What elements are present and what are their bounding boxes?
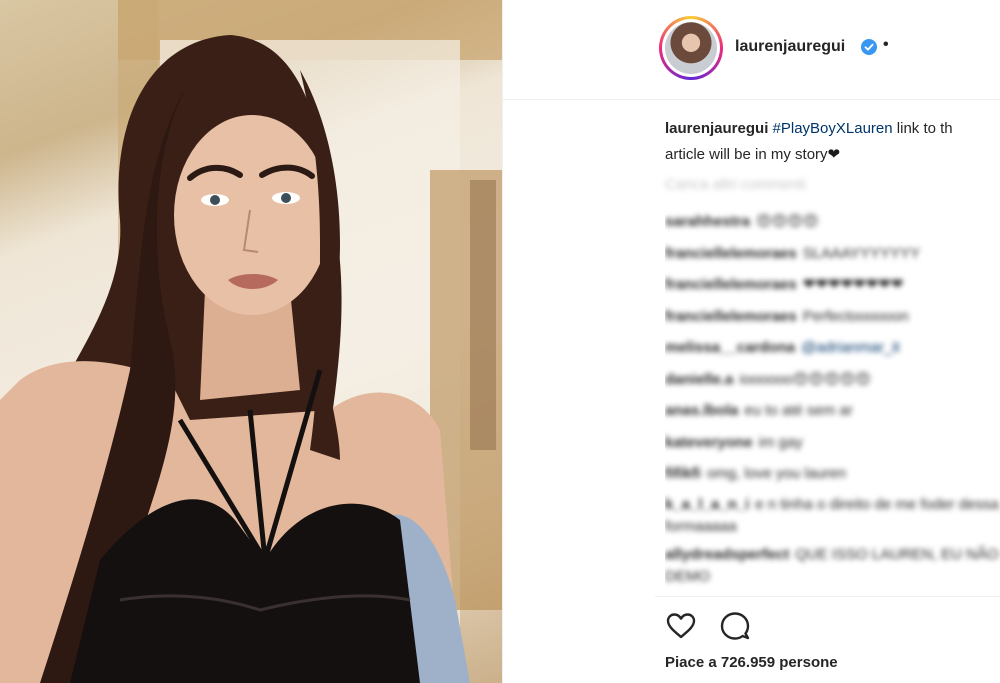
comment-username[interactable]: anas.lbola <box>665 402 738 419</box>
caption-username[interactable]: laurenjauregui <box>665 120 768 137</box>
comment-row: danielle.a ioooooo😍😍😍😍😍 <box>665 364 1000 396</box>
comment-username[interactable]: kateveryone <box>665 434 753 451</box>
post-side-panel: laurenjauregui • laurenjauregui #PlayBoy… <box>502 0 1000 683</box>
author-username[interactable]: laurenjauregui <box>735 38 845 56</box>
comment-username[interactable]: franciellelemoraes <box>665 245 797 262</box>
caption-line-2: article will be in my story❤ <box>665 142 1000 168</box>
comment-text: omg, love you lauren <box>706 465 847 482</box>
comment-username[interactable]: melissa__cardona <box>665 339 795 356</box>
comment-icon[interactable] <box>719 610 751 642</box>
comment-row: allydreadsperfect QUE ISSO LAUREN, EU NÃO… <box>665 540 1000 590</box>
post-photo[interactable] <box>0 0 502 683</box>
comment-text: eu to até sem ar <box>744 402 853 419</box>
caption-hashtag[interactable]: #PlayBoyXLauren <box>773 120 893 137</box>
comment-row: fifikfi omg, love you lauren <box>665 458 1000 490</box>
load-more-comments-button[interactable]: Carica altri commenti <box>665 176 806 193</box>
comment-username[interactable]: allydreadsperfect <box>665 546 789 563</box>
photo-illustration <box>0 0 502 683</box>
comment-row: anas.lbola eu to até sem ar <box>665 395 1000 427</box>
post-caption: laurenjauregui #PlayBoyXLauren link to t… <box>665 116 1000 168</box>
caption-text-1: link to th <box>892 120 953 137</box>
caption-text-2: article will be in my story <box>665 146 828 163</box>
avatar-image <box>665 22 717 74</box>
heart-icon[interactable] <box>665 610 697 642</box>
comment-text: Perfectoooooon <box>802 307 909 325</box>
post-header: laurenjauregui • <box>503 0 1000 100</box>
comment-username[interactable]: danielle.a <box>665 371 733 388</box>
comment-text: ❤❤❤❤❤❤❤❤ <box>802 276 904 293</box>
verified-badge-icon <box>861 39 877 55</box>
comment-row: franciellelemoraes ❤❤❤❤❤❤❤❤ <box>665 269 1000 301</box>
comment-text: SLAAAYYYYYYY <box>802 244 921 262</box>
comment-text: ioooooo😍😍😍😍😍 <box>739 370 871 388</box>
comment-row: k_a_l_a_n_i e n tinha o direito de me fod… <box>665 490 1000 540</box>
comment-text: im gay <box>758 433 803 451</box>
comment-username[interactable]: sarahhestra <box>665 213 750 230</box>
caption-emoji: ❤ <box>827 146 841 163</box>
comment-username[interactable]: fifikfi <box>665 465 701 482</box>
comment-row: kateveryone im gay <box>665 427 1000 459</box>
comment-username[interactable]: franciellelemoraes <box>665 276 797 293</box>
comment-username[interactable]: franciellelemoraes <box>665 308 797 325</box>
caption-line-1: laurenjauregui #PlayBoyXLauren link to t… <box>665 116 1000 142</box>
comment-row: melissa__cardona @adrianmar_it <box>665 332 1000 364</box>
comment-row: franciellelemoraes Perfectoooooon <box>665 301 1000 333</box>
header-separator: • <box>883 36 889 53</box>
comment-row: franciellelemoraes SLAAAYYYYYYY <box>665 238 1000 270</box>
comment-text[interactable]: @adrianmar_it <box>801 339 900 356</box>
comments-list: sarahhestra 😍😍😍😍 franciellelemoraes SLAAAYY… <box>665 206 1000 596</box>
divider <box>655 596 1000 597</box>
comment-row: sarahhestra 😍😍😍😍 <box>665 206 1000 238</box>
comment-text: 😍😍😍😍 <box>756 213 819 230</box>
likes-count[interactable]: Piace a 726.959 persone <box>665 654 838 671</box>
avatar[interactable] <box>659 16 723 80</box>
comment-username[interactable]: k_a_l_a_n_i <box>665 496 749 513</box>
